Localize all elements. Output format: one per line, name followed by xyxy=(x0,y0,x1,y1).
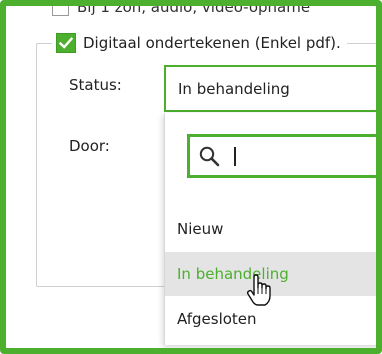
search-icon xyxy=(199,146,220,167)
previous-checkbox-label: Bij 1 zon, audio, video-opname xyxy=(77,0,311,16)
option-nieuw[interactable]: Nieuw xyxy=(165,208,376,250)
previous-checkbox[interactable] xyxy=(52,6,69,16)
previous-checkbox-row[interactable]: Bij 1 zon, audio, video-opname xyxy=(52,0,311,18)
option-label: Afgesloten xyxy=(177,310,257,328)
status-select[interactable]: In behandeling xyxy=(164,65,376,112)
checkmark-icon xyxy=(59,37,73,49)
digital-sign-toggle[interactable]: Digitaal ondertekenen (Enkel pdf). xyxy=(52,31,347,55)
text-caret xyxy=(234,146,236,166)
screenshot-frame: Bij 1 zon, audio, video-opname Digitaal … xyxy=(0,0,382,354)
door-label: Door: xyxy=(69,137,110,155)
status-dropdown: Nieuw In behandeling Afgesloten xyxy=(164,113,376,345)
status-label: Status: xyxy=(69,76,122,94)
digital-sign-checkbox[interactable] xyxy=(56,33,76,53)
status-select-value: In behandeling xyxy=(178,79,290,98)
digital-sign-label: Digitaal ondertekenen (Enkel pdf). xyxy=(83,34,341,52)
option-label: Nieuw xyxy=(177,220,224,238)
dropdown-search-input[interactable] xyxy=(187,134,376,178)
hand-pointer-icon xyxy=(246,274,271,306)
